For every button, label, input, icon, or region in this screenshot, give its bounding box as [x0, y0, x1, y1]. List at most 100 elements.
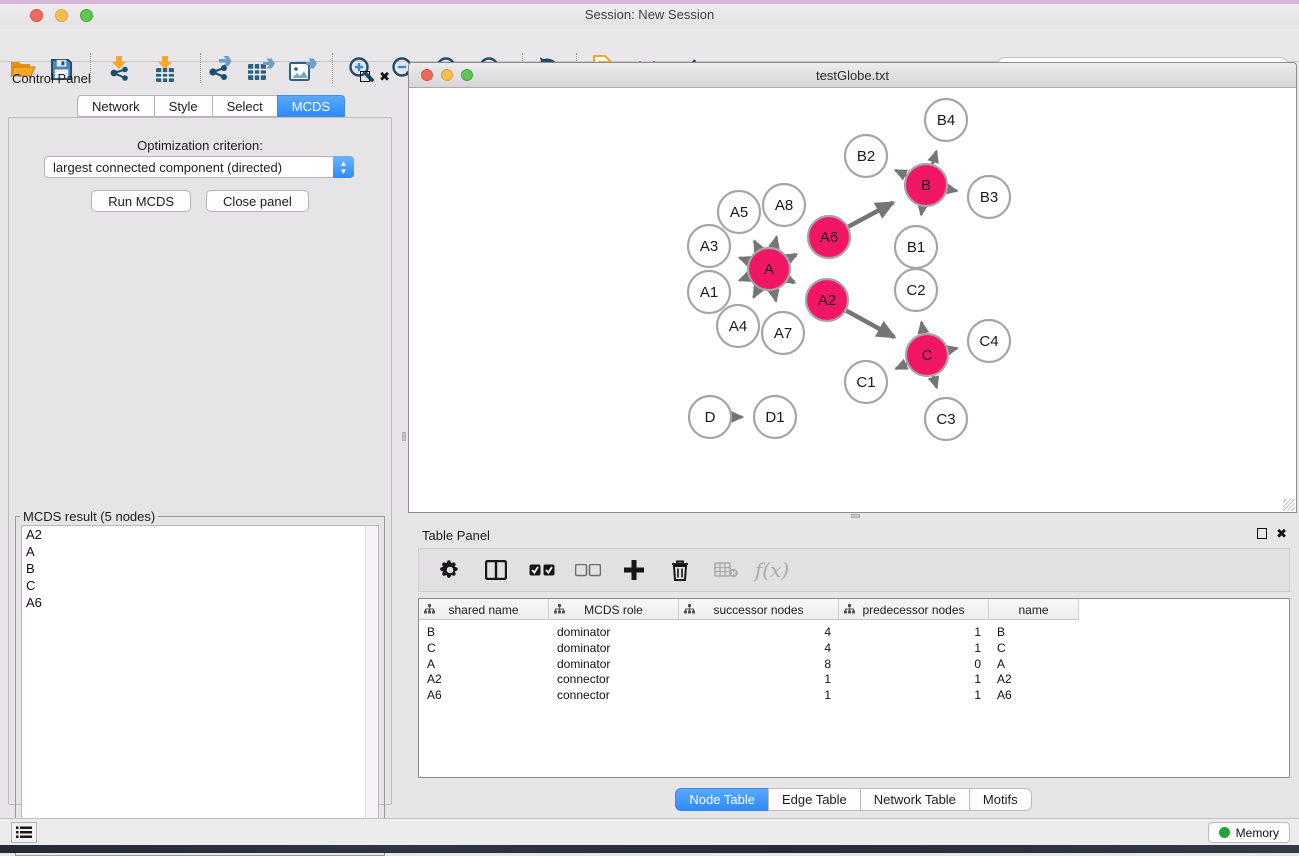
graph-node-B[interactable]: B — [905, 164, 947, 206]
tab-select[interactable]: Select — [212, 95, 277, 117]
tab-style[interactable]: Style — [154, 95, 212, 117]
graph-node-B4[interactable]: B4 — [925, 99, 967, 141]
table-row-A[interactable]: Adominator80A — [419, 656, 1079, 672]
graph-edge-B-B4[interactable] — [932, 151, 936, 164]
network-canvas[interactable]: B4B2BB3A5A8A6B1A3AC2A1A2A4A7C4CC1C3DD1 — [409, 88, 1296, 512]
graph-node-A4[interactable]: A4 — [717, 305, 759, 347]
show-column-panel-icon[interactable] — [483, 557, 509, 583]
memory-button[interactable]: Memory — [1208, 822, 1290, 843]
graph-edge-A-A2[interactable] — [788, 279, 794, 282]
graph-node-A7[interactable]: A7 — [762, 312, 804, 354]
horizontal-split-divider[interactable] — [408, 513, 1299, 520]
column-header-successor-nodes[interactable]: successor nodes — [679, 599, 839, 620]
tab-node-table[interactable]: Node Table — [675, 788, 768, 811]
cell-name[interactable]: A2 — [989, 671, 1079, 687]
graph-edge-A-A5[interactable] — [754, 241, 759, 250]
float-panel-icon[interactable] — [360, 71, 370, 82]
cell-shared-name[interactable]: A6 — [419, 687, 549, 703]
add-column-icon[interactable] — [621, 557, 647, 583]
cell-successor-nodes[interactable]: 4 — [679, 624, 839, 640]
graph-edge-C-C3[interactable] — [933, 376, 936, 388]
cell-predecessor-nodes[interactable]: 1 — [839, 624, 989, 640]
show-panels-list-icon[interactable] — [11, 822, 37, 843]
cell-successor-nodes[interactable]: 1 — [679, 671, 839, 687]
column-header-shared-name[interactable]: shared name — [419, 599, 549, 620]
cell-MCDS-role[interactable]: connector — [549, 687, 679, 703]
graph-edge-A-A6[interactable] — [788, 255, 796, 259]
graph-node-A3[interactable]: A3 — [688, 225, 730, 267]
cell-MCDS-role[interactable]: dominator — [549, 624, 679, 640]
cell-successor-nodes[interactable]: 4 — [679, 640, 839, 656]
graph-node-C[interactable]: C — [906, 334, 948, 376]
table-row-A6[interactable]: A6connector11A6 — [419, 687, 1079, 703]
graph-edge-C-C2[interactable] — [921, 322, 923, 333]
graph-node-D1[interactable]: D1 — [754, 396, 796, 438]
settings-gear-icon[interactable] — [437, 557, 463, 583]
delete-column-icon[interactable] — [667, 557, 693, 583]
graph-edge-A-A1[interactable] — [739, 277, 748, 280]
graph-edge-B-B2[interactable] — [895, 170, 906, 175]
graph-edge-C-C1[interactable] — [896, 364, 907, 369]
graph-node-D[interactable]: D — [689, 396, 731, 438]
run-mcds-button[interactable]: Run MCDS — [91, 190, 191, 212]
cell-shared-name[interactable]: B — [419, 624, 549, 640]
tab-motifs[interactable]: Motifs — [969, 788, 1032, 811]
divider-grip[interactable] — [402, 432, 406, 441]
graph-edge-A-A8[interactable] — [774, 237, 777, 248]
cell-MCDS-role[interactable]: dominator — [549, 640, 679, 656]
deselect-all-columns-icon[interactable] — [575, 557, 601, 583]
cell-predecessor-nodes[interactable]: 0 — [839, 656, 989, 672]
cell-shared-name[interactable]: C — [419, 640, 549, 656]
graph-edge-A6-B[interactable] — [848, 203, 893, 227]
cell-shared-name[interactable]: A2 — [419, 671, 549, 687]
cell-predecessor-nodes[interactable]: 1 — [839, 671, 989, 687]
cell-MCDS-role[interactable]: dominator — [549, 656, 679, 672]
tab-network[interactable]: Network — [77, 95, 154, 117]
cell-predecessor-nodes[interactable]: 1 — [839, 640, 989, 656]
result-list-item[interactable]: C — [22, 577, 378, 594]
graph-node-A8[interactable]: A8 — [763, 184, 805, 226]
close-panel-button[interactable]: Close panel — [206, 190, 309, 212]
graph-node-A[interactable]: A — [748, 248, 790, 290]
close-table-panel-icon[interactable]: ✖ — [1276, 528, 1287, 539]
vertical-split-divider[interactable] — [400, 62, 408, 818]
tab-mcds[interactable]: MCDS — [277, 95, 345, 117]
graph-node-B3[interactable]: B3 — [968, 176, 1010, 218]
column-header-MCDS-role[interactable]: MCDS role — [549, 599, 679, 620]
divider-grip[interactable] — [851, 514, 860, 518]
graph-node-C4[interactable]: C4 — [968, 320, 1010, 362]
graph-node-C1[interactable]: C1 — [845, 361, 887, 403]
cell-name[interactable]: A — [989, 656, 1079, 672]
table-row-C[interactable]: Cdominator41C — [419, 640, 1079, 656]
result-list-item[interactable]: A2 — [22, 526, 378, 543]
result-list-item[interactable]: A — [22, 543, 378, 560]
cell-successor-nodes[interactable]: 8 — [679, 656, 839, 672]
window-resize-grip[interactable] — [1283, 499, 1295, 511]
column-header-predecessor-nodes[interactable]: predecessor nodes — [839, 599, 989, 620]
graph-node-A6[interactable]: A6 — [808, 216, 850, 258]
table-row-A2[interactable]: A2connector11A2 — [419, 671, 1079, 687]
tab-network-table[interactable]: Network Table — [860, 788, 969, 811]
result-list-item[interactable]: A6 — [22, 594, 378, 611]
cell-name[interactable]: B — [989, 624, 1079, 640]
cell-predecessor-nodes[interactable]: 1 — [839, 687, 989, 703]
float-table-panel-icon[interactable] — [1257, 528, 1267, 539]
graph-edge-A-A7[interactable] — [774, 290, 776, 301]
cell-name[interactable]: C — [989, 640, 1079, 656]
table-row-B[interactable]: Bdominator41B — [419, 624, 1079, 640]
graph-node-B1[interactable]: B1 — [895, 226, 937, 268]
graph-node-A2[interactable]: A2 — [806, 279, 848, 321]
graph-edge-A-A4[interactable] — [754, 288, 759, 297]
optimization-criterion-dropdown[interactable]: largest connected component (directed) ▲… — [44, 156, 354, 178]
cell-name[interactable]: A6 — [989, 687, 1079, 703]
result-scrollbar[interactable] — [365, 526, 378, 849]
tab-edge-table[interactable]: Edge Table — [768, 788, 860, 811]
cell-MCDS-role[interactable]: connector — [549, 671, 679, 687]
graph-edge-B-B1[interactable] — [921, 207, 922, 215]
close-panel-icon[interactable]: ✖ — [379, 71, 390, 82]
graph-node-A1[interactable]: A1 — [688, 271, 730, 313]
graph-node-C3[interactable]: C3 — [925, 398, 967, 440]
column-header-name[interactable]: name — [989, 599, 1079, 620]
cell-successor-nodes[interactable]: 1 — [679, 687, 839, 703]
select-all-columns-icon[interactable] — [529, 557, 555, 583]
